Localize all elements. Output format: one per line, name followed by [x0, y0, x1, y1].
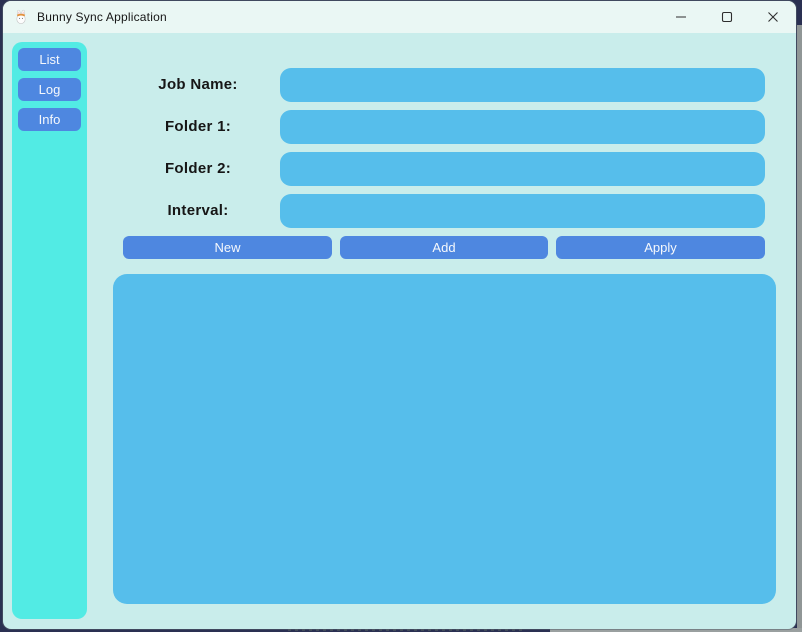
output-panel[interactable] — [113, 274, 776, 604]
maximize-button[interactable] — [704, 1, 750, 33]
maximize-icon — [721, 11, 733, 23]
folder-1-label: Folder 1: — [118, 110, 278, 144]
add-button[interactable]: Add — [340, 236, 548, 259]
sidebar-item-info[interactable]: Info — [18, 108, 81, 131]
interval-input[interactable] — [280, 194, 765, 228]
sidebar: List Log Info — [12, 42, 87, 619]
window-title: Bunny Sync Application — [37, 10, 167, 24]
titlebar[interactable]: Bunny Sync Application — [3, 1, 796, 33]
app-window: Bunny Sync Application List Log — [3, 1, 796, 629]
window-controls — [658, 1, 796, 33]
close-icon — [767, 11, 779, 23]
apply-button[interactable]: Apply — [556, 236, 765, 259]
folder-2-input[interactable] — [280, 152, 765, 186]
new-button[interactable]: New — [123, 236, 332, 259]
folder-1-input[interactable] — [280, 110, 765, 144]
job-name-input[interactable] — [280, 68, 765, 102]
background-window-edge — [797, 25, 802, 632]
background-taskbar-artifact — [288, 629, 523, 631]
bunny-icon — [13, 9, 29, 25]
interval-label: Interval: — [118, 194, 278, 228]
job-name-label: Job Name: — [118, 68, 278, 102]
minimize-button[interactable] — [658, 1, 704, 33]
sidebar-item-list[interactable]: List — [18, 48, 81, 71]
sidebar-item-log[interactable]: Log — [18, 78, 81, 101]
close-button[interactable] — [750, 1, 796, 33]
folder-2-label: Folder 2: — [118, 152, 278, 186]
minimize-icon — [675, 11, 687, 23]
